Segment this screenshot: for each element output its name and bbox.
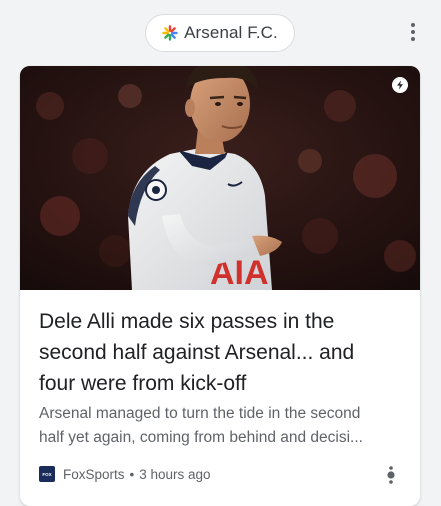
- footballer-photo: AIA: [20, 66, 420, 290]
- amp-lightning-icon: [392, 77, 408, 93]
- published-time: 3 hours ago: [139, 466, 211, 482]
- source-name[interactable]: FoxSports: [63, 467, 125, 482]
- meta-separator: •: [129, 466, 135, 482]
- card-more-icon[interactable]: [383, 465, 399, 485]
- top-bar: Arsenal F.C.: [0, 0, 441, 64]
- snippet-line: Arsenal managed to turn the tide in the …: [39, 405, 361, 422]
- source-logo: FOX: [39, 466, 55, 482]
- snippet-line: half yet again, coming from behind and d…: [39, 429, 363, 446]
- news-card[interactable]: AIA Dele Alli made six passes in the sec…: [20, 66, 420, 506]
- topic-chip[interactable]: Arsenal F.C.: [145, 14, 295, 52]
- article-headline[interactable]: Dele Alli made six passes in the second …: [39, 306, 404, 399]
- more-vert-icon[interactable]: [401, 20, 425, 44]
- headline-line: four were from kick-off: [39, 372, 247, 395]
- headline-line: second half against Arsenal... and: [39, 341, 355, 364]
- article-image[interactable]: AIA: [20, 66, 420, 290]
- article-meta: FOX FoxSports • 3 hours ago: [39, 462, 399, 486]
- source-logo-text: FOX: [42, 471, 52, 477]
- headline-line: Dele Alli made six passes in the: [39, 310, 335, 333]
- topic-chip-label: Arsenal F.C.: [184, 23, 278, 42]
- article-snippet: Arsenal managed to turn the tide in the …: [39, 402, 404, 450]
- google-spark-icon: [162, 25, 178, 41]
